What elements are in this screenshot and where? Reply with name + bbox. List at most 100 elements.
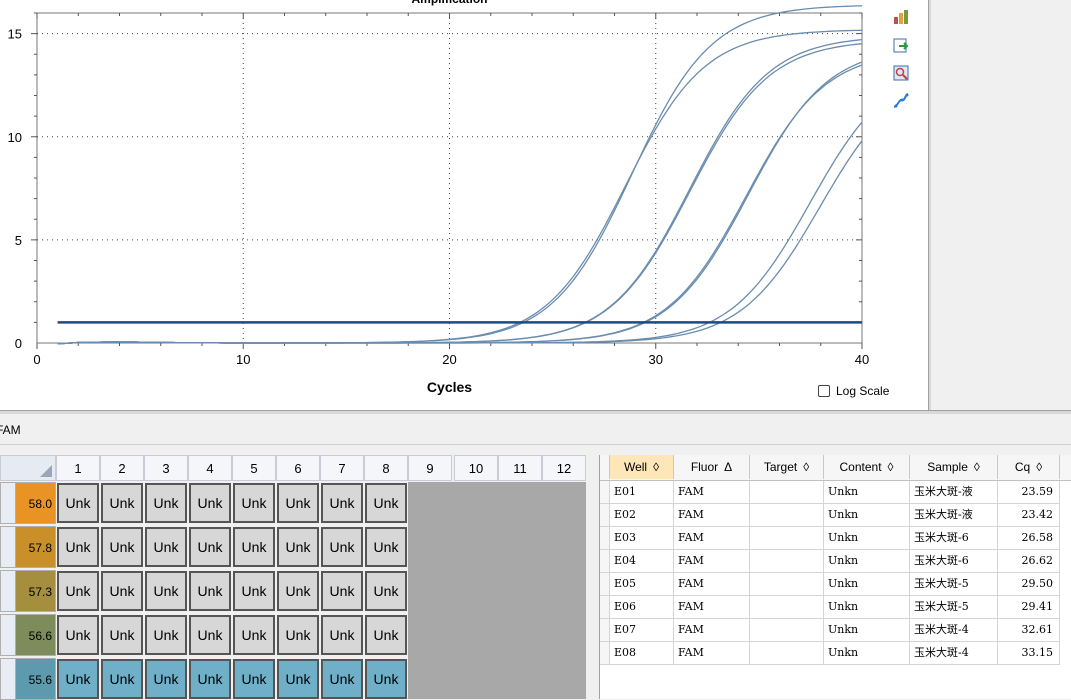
plate-well[interactable]: Unk: [365, 659, 407, 699]
column-header-cq[interactable]: Cq ◊: [998, 455, 1060, 479]
column-header-target[interactable]: Target ◊: [750, 455, 824, 479]
table-row[interactable]: E04 FAM Unkn 玉米大斑-6 26.62: [600, 550, 1060, 573]
table-row[interactable]: E06 FAM Unkn 玉米大斑-5 29.41: [600, 596, 1060, 619]
cell-cq: 23.59: [998, 481, 1060, 504]
plate-well[interactable]: Unk: [277, 615, 319, 655]
plate-well[interactable]: Unk: [277, 483, 319, 523]
plate-well[interactable]: Unk: [57, 615, 99, 655]
plate-well[interactable]: Unk: [145, 659, 187, 699]
plate-well[interactable]: Unk: [321, 527, 363, 567]
plate-row-temperature[interactable]: 55.6: [0, 658, 56, 700]
row-selector[interactable]: [600, 596, 610, 619]
plate-column-header[interactable]: 2: [100, 455, 144, 481]
row-selector[interactable]: [600, 527, 610, 550]
plate-well[interactable]: Unk: [233, 615, 275, 655]
plate-well[interactable]: Unk: [277, 527, 319, 567]
plate-column-header[interactable]: 12: [542, 455, 586, 481]
plate-row-temperature[interactable]: 58.0: [0, 482, 56, 524]
row-selector[interactable]: [600, 642, 610, 665]
table-row[interactable]: E05 FAM Unkn 玉米大斑-5 29.50: [600, 573, 1060, 596]
table-row[interactable]: E02 FAM Unkn 玉米大斑-液 23.42: [600, 504, 1060, 527]
row-selector[interactable]: [600, 504, 610, 527]
plate-well[interactable]: Unk: [233, 659, 275, 699]
sort-icon[interactable]: ◊: [1036, 460, 1042, 474]
plate-well[interactable]: Unk: [145, 527, 187, 567]
plate-column-header[interactable]: 5: [232, 455, 276, 481]
row-selector[interactable]: [600, 619, 610, 642]
plate-well[interactable]: Unk: [277, 659, 319, 699]
log-scale-checkbox[interactable]: Log Scale: [818, 384, 889, 398]
row-selector[interactable]: [600, 573, 610, 596]
cell-fluor: FAM: [674, 550, 750, 573]
row-header-stub: [1, 571, 16, 611]
plate-column-header[interactable]: 4: [188, 455, 232, 481]
export-icon[interactable]: [892, 36, 910, 54]
plate-column-header[interactable]: 7: [320, 455, 364, 481]
plate-well[interactable]: Unk: [57, 527, 99, 567]
plate-well[interactable]: Unk: [101, 615, 143, 655]
plate-well[interactable]: Unk: [189, 527, 231, 567]
column-header-well[interactable]: Well ◊: [610, 455, 674, 479]
sort-icon[interactable]: ◊: [653, 460, 659, 474]
plate-well[interactable]: Unk: [277, 571, 319, 611]
sort-icon[interactable]: ◊: [803, 460, 809, 474]
sort-icon[interactable]: Δ: [724, 460, 732, 474]
plate-well[interactable]: Unk: [101, 483, 143, 523]
plate-column-header[interactable]: 3: [144, 455, 188, 481]
row-selector[interactable]: [600, 550, 610, 573]
table-row[interactable]: E03 FAM Unkn 玉米大斑-6 26.58: [600, 527, 1060, 550]
plate-column-header[interactable]: 11: [498, 455, 542, 481]
plate-select-all-corner[interactable]: [0, 455, 56, 481]
plate-well[interactable]: Unk: [101, 659, 143, 699]
plate-well[interactable]: Unk: [233, 483, 275, 523]
plate-well[interactable]: Unk: [189, 571, 231, 611]
plate-column-header[interactable]: 9: [408, 455, 452, 481]
plate-well[interactable]: Unk: [321, 659, 363, 699]
plate-well[interactable]: Unk: [321, 615, 363, 655]
chart-settings-icon[interactable]: [892, 8, 910, 26]
table-row[interactable]: E07 FAM Unkn 玉米大斑-4 32.61: [600, 619, 1060, 642]
plate-well[interactable]: Unk: [233, 527, 275, 567]
zoom-icon[interactable]: [892, 64, 910, 82]
plate-well[interactable]: Unk: [101, 527, 143, 567]
cell-content: Unkn: [824, 481, 910, 504]
plate-well[interactable]: Unk: [189, 615, 231, 655]
plate-well[interactable]: Unk: [57, 659, 99, 699]
table-row[interactable]: E01 FAM Unkn 玉米大斑-液 23.59: [600, 481, 1060, 504]
plate-well[interactable]: Unk: [189, 483, 231, 523]
plate-row-temperature[interactable]: 57.3: [0, 570, 56, 612]
plate-well[interactable]: Unk: [57, 483, 99, 523]
grid-splitter[interactable]: [591, 455, 599, 699]
plate-column-header[interactable]: 8: [364, 455, 408, 481]
plate-well[interactable]: Unk: [57, 571, 99, 611]
plate-well[interactable]: Unk: [233, 571, 275, 611]
plate-well[interactable]: Unk: [145, 615, 187, 655]
plate-column-header[interactable]: 1: [56, 455, 100, 481]
column-header-sample[interactable]: Sample ◊: [910, 455, 998, 479]
plate-well[interactable]: Unk: [145, 571, 187, 611]
plate-column-header[interactable]: 6: [276, 455, 320, 481]
row-header-stub: [1, 483, 16, 523]
plate-well[interactable]: Unk: [365, 571, 407, 611]
plate-column-header[interactable]: 10: [454, 455, 498, 481]
sort-icon[interactable]: ◊: [888, 460, 894, 474]
checkbox-icon[interactable]: [818, 385, 830, 397]
plate-well[interactable]: Unk: [189, 659, 231, 699]
column-header-content[interactable]: Content ◊: [824, 455, 910, 479]
curve-icon[interactable]: [892, 92, 910, 110]
plate-well[interactable]: Unk: [365, 483, 407, 523]
plate-well[interactable]: Unk: [321, 571, 363, 611]
plate-well[interactable]: Unk: [365, 527, 407, 567]
sort-icon[interactable]: ◊: [974, 460, 980, 474]
plate-well[interactable]: Unk: [101, 571, 143, 611]
cell-sample: 玉米大斑-6: [910, 527, 998, 550]
table-row[interactable]: E08 FAM Unkn 玉米大斑-4 33.15: [600, 642, 1060, 665]
plate-well[interactable]: Unk: [321, 483, 363, 523]
column-header-fluor[interactable]: Fluor Δ: [674, 455, 750, 479]
cell-target: [750, 642, 824, 665]
row-selector[interactable]: [600, 481, 610, 504]
plate-row-temperature[interactable]: 57.8: [0, 526, 56, 568]
plate-well[interactable]: Unk: [365, 615, 407, 655]
plate-row-temperature[interactable]: 56.6: [0, 614, 56, 656]
plate-well[interactable]: Unk: [145, 483, 187, 523]
